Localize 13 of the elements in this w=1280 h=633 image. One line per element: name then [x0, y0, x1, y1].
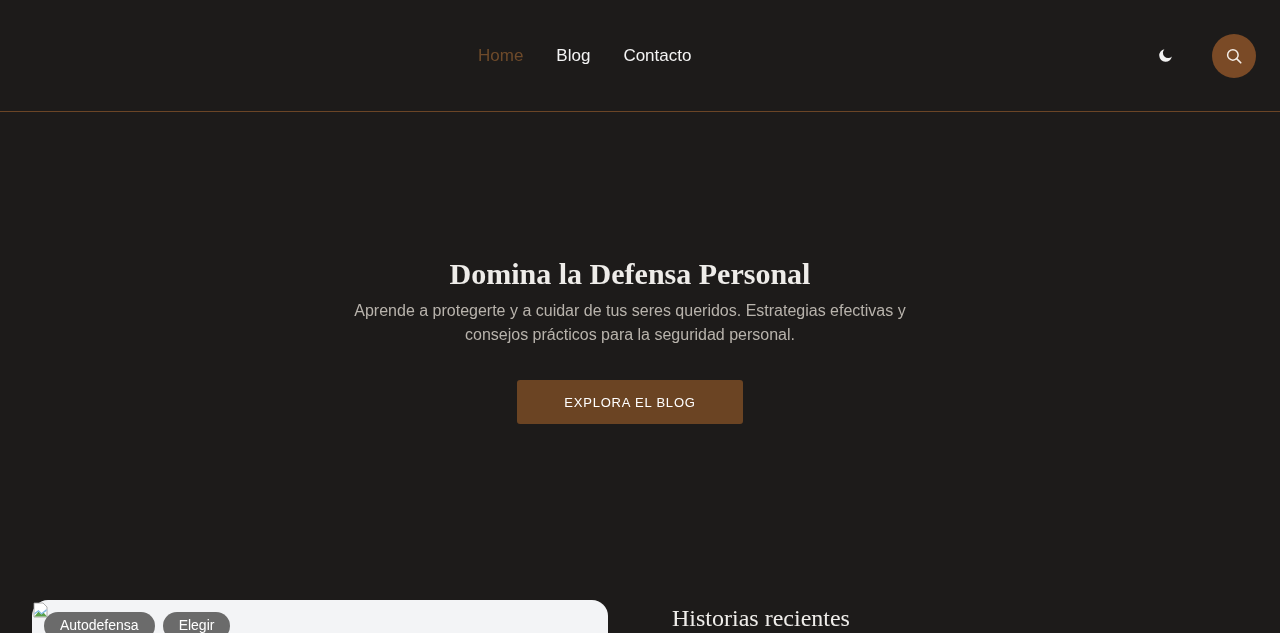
post-card[interactable]: Autodefensa Elegir: [32, 600, 608, 633]
hero-title: Domina la Defensa Personal: [449, 256, 811, 292]
nav-link[interactable]: Blog: [556, 45, 591, 66]
broken-image-icon: [33, 602, 49, 618]
tag-chip[interactable]: Autodefensa: [44, 612, 155, 633]
search-button[interactable]: [1212, 33, 1256, 78]
section-heading: Historias recientes: [672, 604, 850, 632]
explore-button[interactable]: EXPLORA EL BLOG: [517, 380, 743, 424]
search-icon: [1225, 46, 1243, 65]
moon-icon[interactable]: [1157, 47, 1174, 64]
hero-subtitle: Aprende a protegerte y a cuidar de tus seres queridos. Estrategias efectivas y consejos prácticos para la seguridad personal.: [353, 301, 907, 345]
nav-link[interactable]: Contacto: [623, 45, 692, 66]
tag-chip[interactable]: Elegir: [162, 612, 231, 633]
